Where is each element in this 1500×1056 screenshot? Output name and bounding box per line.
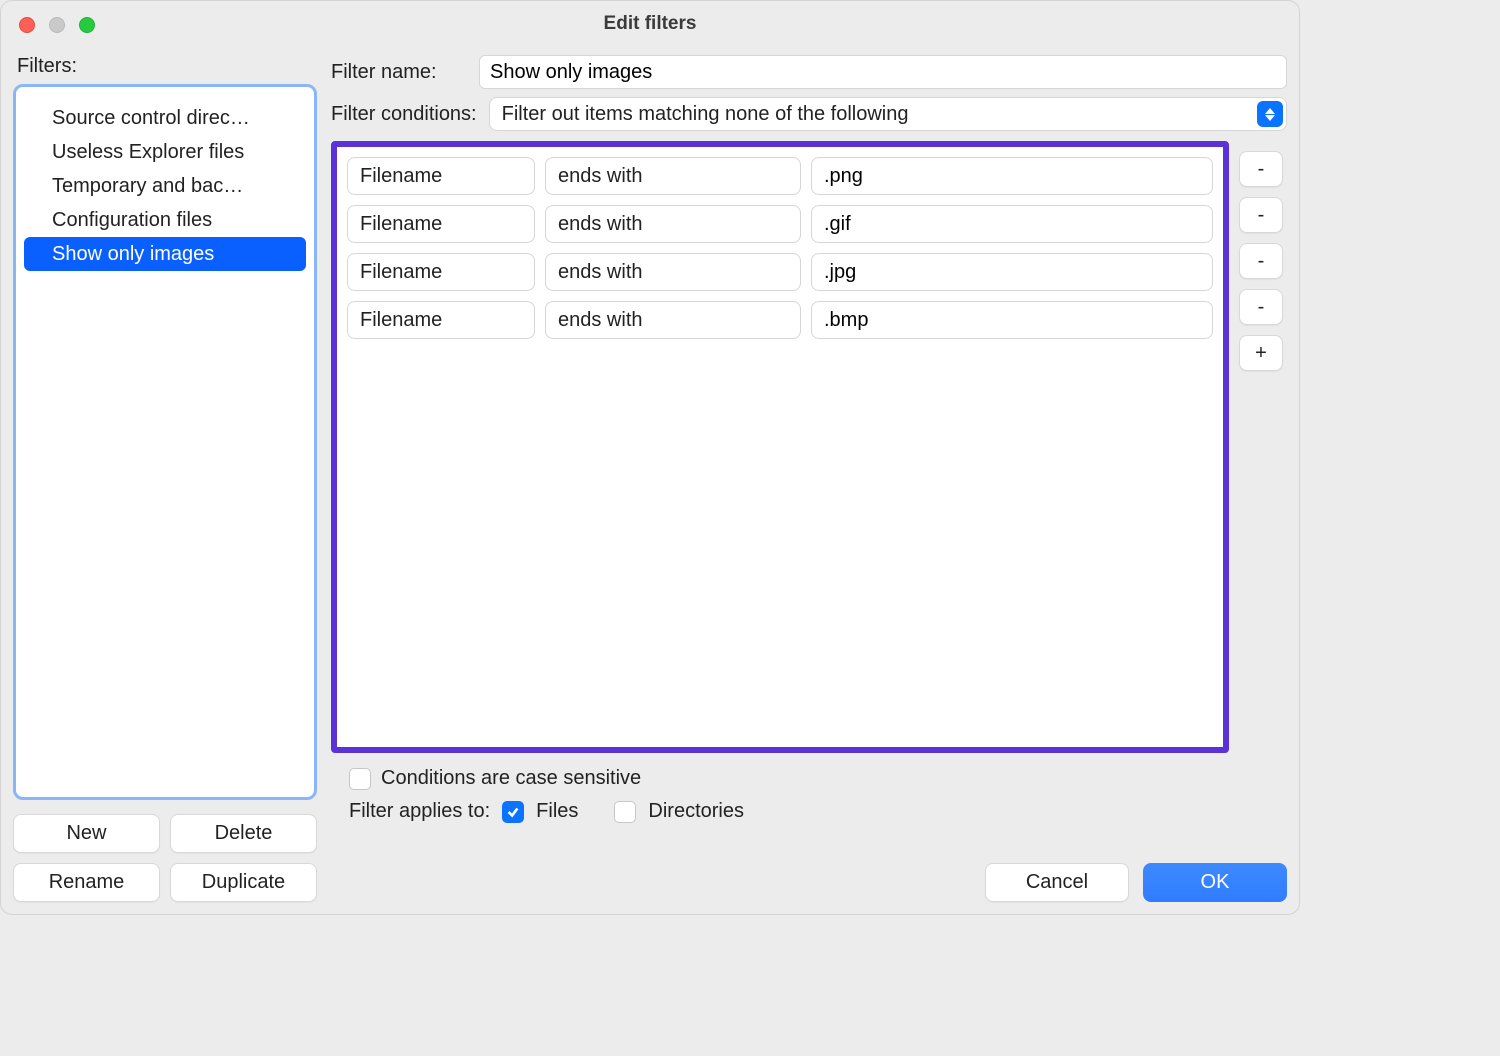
filter-list-item[interactable]: Configuration files [16, 203, 314, 237]
condition-field-select[interactable]: Filename [347, 205, 535, 243]
condition-operator-select[interactable]: ends with [545, 205, 801, 243]
titlebar: Edit filters [1, 1, 1299, 47]
chevron-up-down-icon [1257, 101, 1283, 127]
applies-to-directories-label: Directories [648, 800, 744, 823]
chevron-up-down-icon [643, 165, 663, 188]
condition-value-input[interactable] [811, 301, 1213, 339]
case-sensitive-label: Conditions are case sensitive [381, 767, 641, 790]
applies-to-row: Filter applies to: Files Directories [349, 800, 1287, 823]
case-sensitive-checkbox[interactable] [349, 768, 371, 790]
remove-condition-button[interactable]: - [1239, 197, 1283, 233]
chevron-up-down-icon [442, 261, 462, 284]
window-title: Edit filters [1, 13, 1299, 35]
filters-list[interactable]: Source control direc…Useless Explorer fi… [13, 84, 317, 800]
condition-operator-select[interactable]: ends with [545, 157, 801, 195]
bottom-options: Conditions are case sensitive Filter app… [349, 767, 1287, 823]
filter-list-item[interactable]: Show only images [24, 237, 306, 271]
condition-operator-select[interactable]: ends with [545, 253, 801, 291]
delete-filter-button[interactable]: Delete [170, 814, 317, 853]
chevron-up-down-icon [643, 213, 663, 236]
conditions-area: Filenameends withFilenameends withFilena… [331, 141, 1287, 753]
filters-label: Filters: [17, 55, 317, 78]
condition-value-input[interactable] [811, 157, 1213, 195]
cancel-button[interactable]: Cancel [985, 863, 1129, 902]
filter-conditions-row: Filter conditions: Filter out items matc… [331, 97, 1287, 131]
rename-filter-button[interactable]: Rename [13, 863, 160, 902]
remove-condition-button[interactable]: - [1239, 151, 1283, 187]
sidebar-buttons: New Delete Rename Duplicate [13, 814, 317, 902]
add-condition-button[interactable]: + [1239, 335, 1283, 371]
applies-to-files-checkbox[interactable] [502, 801, 524, 823]
edit-filters-window: Edit filters Filters: Source control dir… [0, 0, 1300, 915]
duplicate-filter-button[interactable]: Duplicate [170, 863, 317, 902]
applies-to-files-label: Files [536, 800, 578, 823]
filter-list-item[interactable]: Temporary and bac… [16, 169, 314, 203]
condition-row: Filename ends with [347, 253, 1213, 291]
ok-button[interactable]: OK [1143, 863, 1287, 902]
condition-field-select[interactable]: Filename [347, 253, 535, 291]
filter-name-row: Filter name: [331, 55, 1287, 89]
filter-conditions-label: Filter conditions: [331, 103, 477, 126]
filter-name-input[interactable] [479, 55, 1287, 89]
applies-to-label: Filter applies to: [349, 800, 490, 823]
condition-field-select[interactable]: Filename [347, 157, 535, 195]
conditions-box: Filenameends withFilenameends withFilena… [331, 141, 1229, 753]
filter-list-item[interactable]: Useless Explorer files [16, 135, 314, 169]
chevron-up-down-icon [442, 165, 462, 188]
condition-field-value: Filename [360, 165, 442, 188]
condition-row: Filename ends with [347, 157, 1213, 195]
dialog-content: Filters: Source control direc…Useless Ex… [1, 47, 1299, 914]
traffic-lights [19, 17, 95, 33]
condition-field-value: Filename [360, 309, 442, 332]
dialog-buttons: Cancel OK [331, 863, 1287, 902]
condition-operator-value: ends with [558, 309, 643, 332]
applies-to-directories-checkbox[interactable] [614, 801, 636, 823]
chevron-up-down-icon [442, 309, 462, 332]
window-minimize-button[interactable] [49, 17, 65, 33]
condition-value-input[interactable] [811, 253, 1213, 291]
remove-condition-button[interactable]: - [1239, 243, 1283, 279]
window-close-button[interactable] [19, 17, 35, 33]
filter-name-label: Filter name: [331, 61, 467, 84]
condition-operator-value: ends with [558, 165, 643, 188]
new-filter-button[interactable]: New [13, 814, 160, 853]
condition-operator-select[interactable]: ends with [545, 301, 801, 339]
condition-field-value: Filename [360, 261, 442, 284]
window-zoom-button[interactable] [79, 17, 95, 33]
filter-conditions-mode-select[interactable]: Filter out items matching none of the fo… [489, 97, 1287, 131]
filter-editor: Filter name: Filter conditions: Filter o… [331, 47, 1287, 902]
condition-operator-value: ends with [558, 213, 643, 236]
chevron-up-down-icon [643, 309, 663, 332]
condition-field-select[interactable]: Filename [347, 301, 535, 339]
condition-operator-value: ends with [558, 261, 643, 284]
condition-side-buttons: - - - - + [1239, 141, 1287, 753]
condition-row: Filename ends with [347, 205, 1213, 243]
condition-field-value: Filename [360, 213, 442, 236]
filter-list-item[interactable]: Source control direc… [16, 101, 314, 135]
condition-row: Filename ends with [347, 301, 1213, 339]
remove-condition-button[interactable]: - [1239, 289, 1283, 325]
chevron-up-down-icon [442, 213, 462, 236]
upper-area: Filters: Source control direc…Useless Ex… [13, 47, 1287, 902]
filters-sidebar: Filters: Source control direc…Useless Ex… [13, 47, 317, 902]
filter-conditions-mode-value: Filter out items matching none of the fo… [502, 103, 909, 126]
case-sensitive-row: Conditions are case sensitive [349, 767, 1287, 790]
chevron-up-down-icon [643, 261, 663, 284]
condition-value-input[interactable] [811, 205, 1213, 243]
